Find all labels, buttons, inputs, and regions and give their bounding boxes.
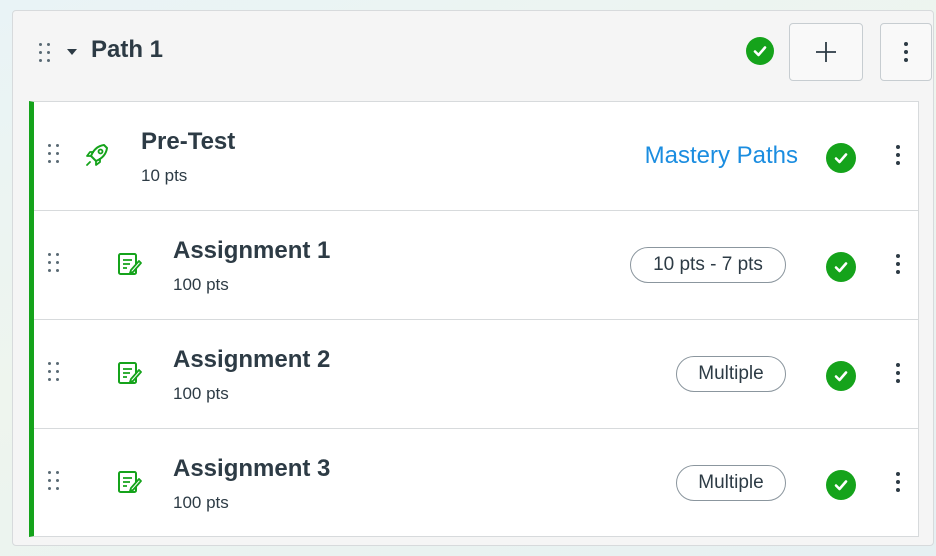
list-item: Assignment 2 100 pts Multiple: [34, 320, 918, 429]
path-published-check-icon[interactable]: [746, 37, 774, 65]
published-check-icon[interactable]: [826, 361, 856, 391]
published-check-icon[interactable]: [826, 470, 856, 500]
item-options-button[interactable]: [886, 247, 910, 281]
path-items-list: Pre-Test 10 pts Mastery Paths Assignment…: [29, 101, 919, 537]
item-points: 100 pts: [173, 493, 229, 512]
item-options-button[interactable]: [886, 356, 910, 390]
plus-icon: [816, 42, 836, 62]
list-item: Assignment 3 100 pts Multiple: [34, 429, 918, 538]
mastery-path-module: Path 1 Pre-Test 10 pts Mastery Paths Ass…: [12, 10, 934, 546]
item-points: 100 pts: [173, 275, 229, 294]
assignment-icon: [118, 362, 142, 384]
score-range-pill[interactable]: Multiple: [676, 356, 786, 392]
item-title[interactable]: Assignment 1: [173, 237, 330, 265]
kebab-vertical-icon: [904, 42, 908, 62]
collapse-caret-icon[interactable]: [67, 49, 77, 55]
kebab-vertical-icon: [896, 472, 900, 492]
drag-handle-icon[interactable]: [48, 362, 60, 382]
kebab-vertical-icon: [896, 145, 900, 165]
list-item: Pre-Test 10 pts Mastery Paths: [34, 102, 918, 211]
assignment-icon: [118, 253, 142, 275]
item-title[interactable]: Pre-Test: [141, 128, 235, 156]
item-options-button[interactable]: [886, 465, 910, 499]
drag-handle-icon[interactable]: [48, 253, 60, 273]
item-points: 10 pts: [141, 166, 188, 185]
path-header: Path 1: [13, 11, 933, 99]
add-item-button[interactable]: [789, 23, 863, 81]
kebab-vertical-icon: [896, 254, 900, 274]
item-options-button[interactable]: [886, 138, 910, 172]
drag-handle-icon[interactable]: [48, 144, 60, 164]
score-range-pill[interactable]: 10 pts - 7 pts: [630, 247, 786, 283]
score-range-pill[interactable]: Multiple: [676, 465, 786, 501]
mastery-paths-link[interactable]: Mastery Paths: [645, 142, 798, 170]
path-drag-handle-icon[interactable]: [39, 43, 51, 63]
kebab-vertical-icon: [896, 363, 900, 383]
item-title[interactable]: Assignment 2: [173, 346, 330, 374]
drag-handle-icon[interactable]: [48, 471, 60, 491]
rocket-icon: [86, 144, 108, 166]
published-check-icon[interactable]: [826, 143, 856, 173]
published-check-icon[interactable]: [826, 252, 856, 282]
assignment-icon: [118, 471, 142, 493]
item-points: 100 pts: [173, 384, 229, 403]
list-item: Assignment 1 100 pts 10 pts - 7 pts: [34, 211, 918, 320]
path-options-button[interactable]: [880, 23, 932, 81]
path-title: Path 1: [91, 36, 164, 63]
item-title[interactable]: Assignment 3: [173, 455, 330, 483]
